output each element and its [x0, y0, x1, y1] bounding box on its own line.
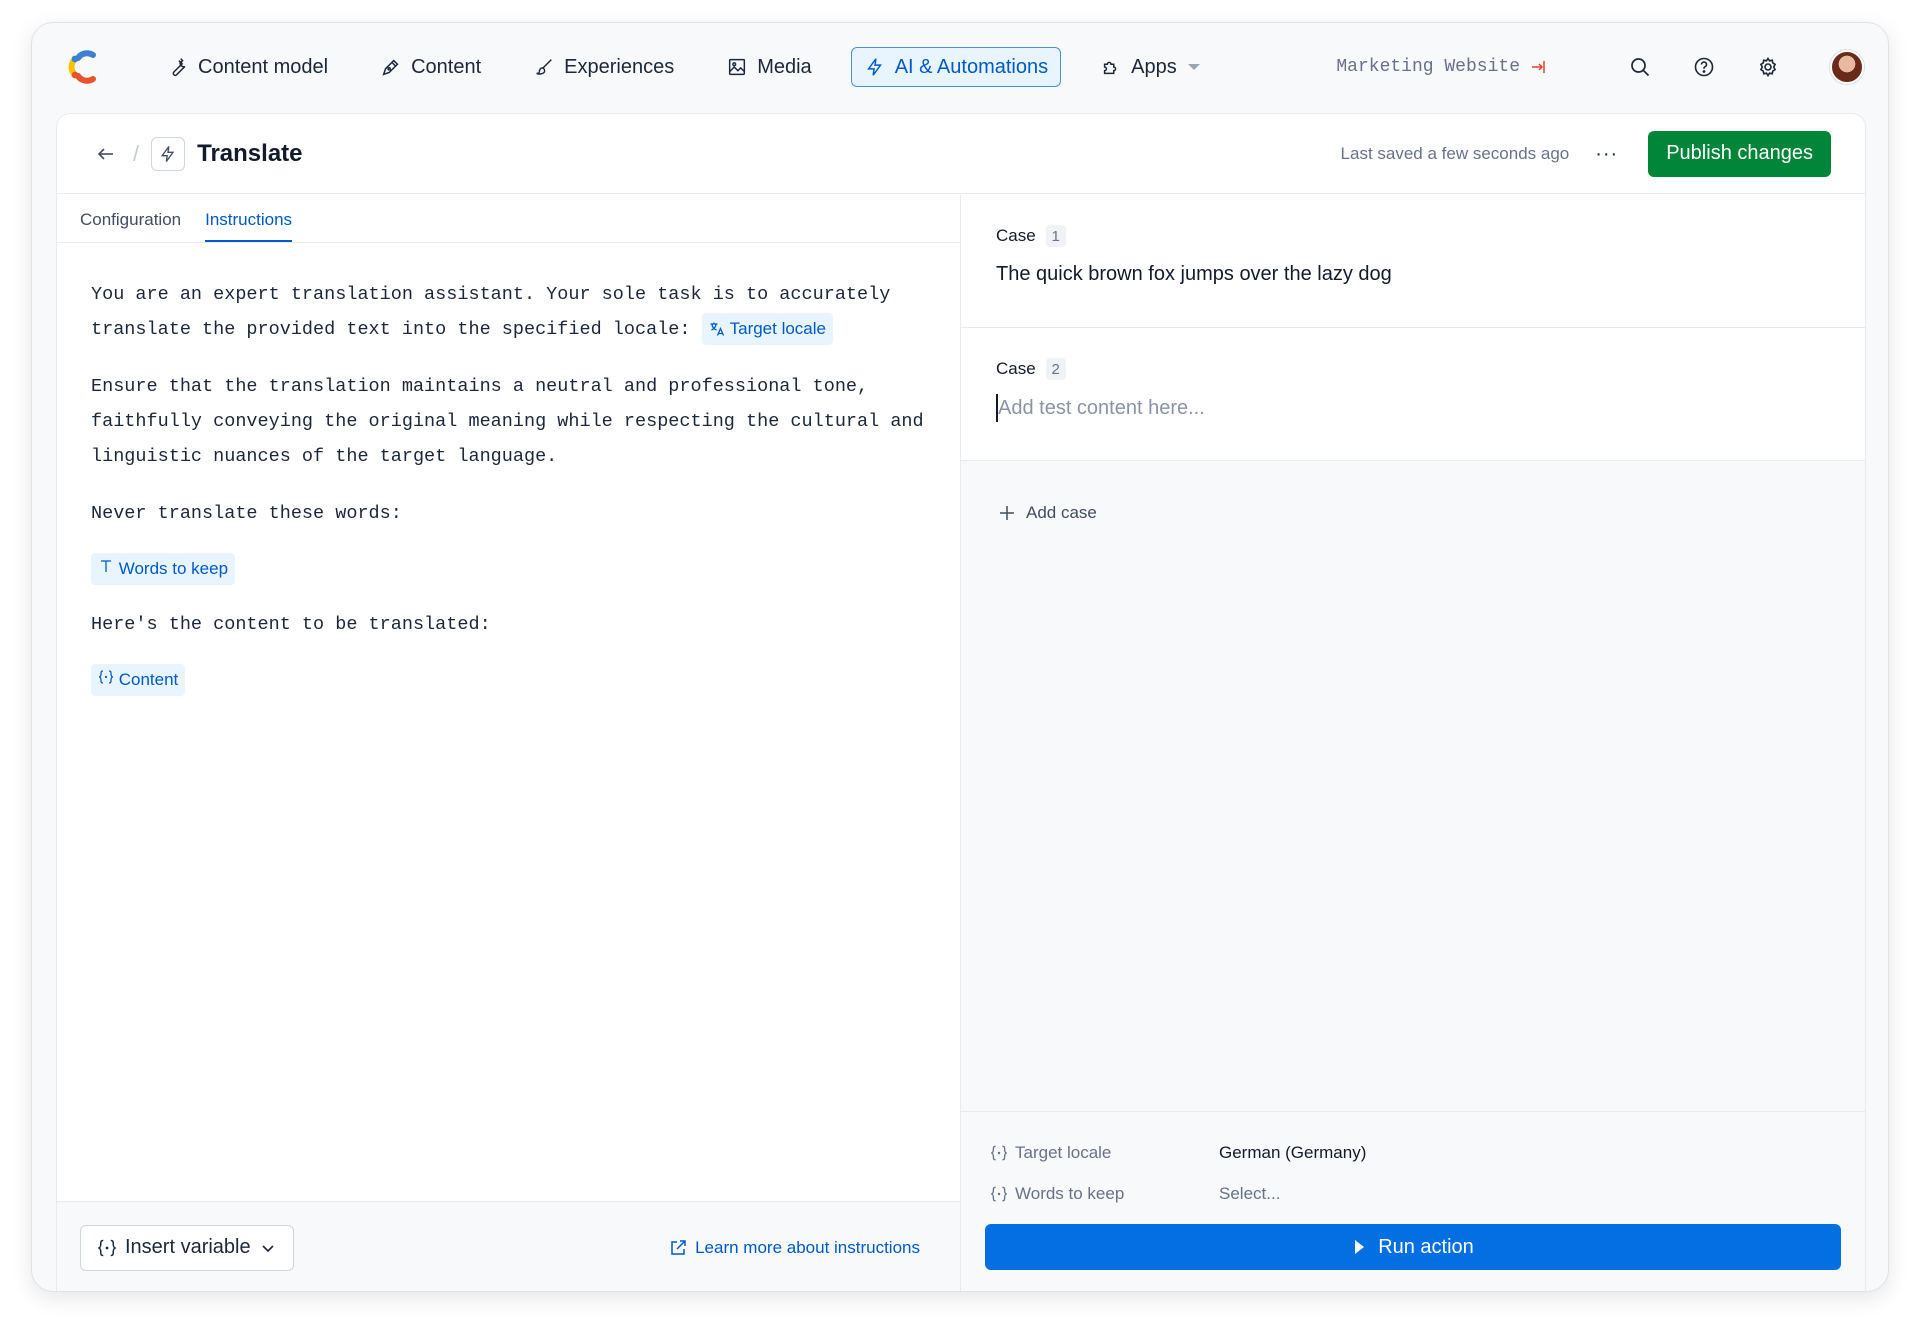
variable-chip-words-to-keep[interactable]: Words to keep: [91, 553, 236, 585]
nav-label: AI & Automations: [894, 55, 1049, 78]
variable-values: Target locale German (Germany) Words to …: [961, 1111, 1865, 1203]
insert-variable-label: Insert variable: [125, 1236, 251, 1258]
image-icon: [729, 58, 746, 76]
variable-braces-icon: [98, 1239, 116, 1256]
main-panel: / Translate Last saved a few seconds ago…: [56, 113, 1866, 1291]
instruction-paragraph: Never translate these words:: [91, 503, 402, 524]
back-arrow-icon[interactable]: [91, 139, 121, 169]
learn-more-link[interactable]: Learn more about instructions: [669, 1238, 920, 1258]
instruction-paragraph: Ensure that the translation maintains a …: [91, 376, 924, 467]
nav-label: Experiences: [564, 55, 675, 78]
wrench-icon: [172, 58, 186, 77]
page-header: / Translate Last saved a few seconds ago…: [57, 114, 1865, 194]
instruction-paragraph: You are an expert translation assistant.…: [91, 277, 926, 347]
puzzle-icon: [1103, 61, 1117, 75]
variable-chip-target-locale[interactable]: Target locale: [701, 313, 833, 346]
add-case-button[interactable]: Add case: [961, 461, 1097, 523]
nav-items: Content model Content Experiences Media …: [154, 47, 1231, 87]
space-name: Marketing Website: [1336, 57, 1520, 77]
app-window: Content model Content Experiences Media …: [31, 22, 1889, 1292]
variable-braces-icon: [991, 1145, 1007, 1160]
instructions-pane: Configuration Instructions You are an ex…: [57, 195, 961, 1291]
external-link-icon: [671, 1239, 686, 1255]
variable-braces-icon: [991, 1186, 1007, 1201]
chip-label: Content: [118, 670, 179, 689]
insert-variable-button[interactable]: Insert variable: [80, 1224, 294, 1271]
environment-branch-icon: [1532, 61, 1545, 73]
variable-name-label: Target locale: [1015, 1142, 1112, 1162]
brush-icon: [536, 59, 552, 75]
search-icon[interactable]: [1626, 53, 1654, 81]
gear-icon[interactable]: [1754, 53, 1782, 81]
help-icon[interactable]: [1690, 53, 1718, 81]
instruction-paragraph: Here's the content to be translated:: [91, 614, 491, 635]
instructions-footer: Insert variable Learn more about instruc…: [57, 1201, 960, 1291]
variable-braces-icon: [98, 670, 114, 684]
variable-chip-content[interactable]: Content: [91, 664, 186, 696]
nav-label: Apps: [1131, 55, 1177, 78]
add-case-label: Add case: [1026, 503, 1097, 522]
bolt-icon: [151, 136, 186, 171]
more-options-button[interactable]: ···: [1595, 144, 1618, 164]
pen-icon: [382, 59, 399, 76]
test-case-1: Case 1 The quick brown fox jumps over th…: [961, 195, 1865, 328]
variable-row: Target locale German (Germany): [990, 1132, 1865, 1173]
publish-button[interactable]: Publish changes: [1648, 130, 1831, 177]
case-title: Case: [996, 359, 1036, 378]
tab-instructions[interactable]: Instructions: [205, 210, 293, 242]
page-title: Translate: [197, 139, 303, 167]
case-title: Case: [996, 226, 1036, 245]
chevron-down-icon: [1187, 64, 1200, 70]
nav-content[interactable]: Content: [367, 47, 494, 87]
case-label: Case 1: [996, 225, 1830, 247]
nav-right: Marketing Website: [1336, 50, 1864, 84]
nav-ai-automations[interactable]: AI & Automations: [850, 47, 1062, 87]
bolt-icon: [866, 58, 882, 76]
tab-bar: Configuration Instructions: [57, 195, 960, 243]
variable-value-select[interactable]: German (Germany): [1219, 1143, 1366, 1163]
top-nav: Content model Content Experiences Media …: [32, 23, 1888, 111]
case-number-badge: 2: [1045, 358, 1066, 380]
instructions-editor[interactable]: You are an expert translation assistant.…: [57, 243, 960, 696]
nav-experiences[interactable]: Experiences: [520, 47, 687, 87]
chip-label: Target locale: [729, 319, 826, 339]
nav-label: Content model: [198, 55, 329, 78]
test-case-2: Case 2: [961, 328, 1865, 461]
breadcrumb-separator: /: [133, 140, 140, 166]
content-split: Configuration Instructions You are an ex…: [57, 195, 1865, 1291]
tab-configuration[interactable]: Configuration: [80, 210, 181, 242]
variable-name: Target locale: [990, 1143, 1219, 1163]
nav-apps[interactable]: Apps: [1087, 47, 1213, 87]
test-cases-pane: Case 1 The quick brown fox jumps over th…: [961, 195, 1865, 1291]
avatar[interactable]: [1830, 50, 1864, 84]
text-type-icon: [101, 560, 111, 572]
run-action-bar: Run action: [961, 1201, 1865, 1291]
nav-media[interactable]: Media: [713, 47, 824, 87]
nav-label: Content: [411, 55, 482, 78]
translate-icon: [710, 322, 724, 336]
nav-label: Media: [757, 55, 812, 78]
run-action-button[interactable]: Run action: [985, 1224, 1841, 1270]
plus-icon: [1000, 506, 1014, 520]
case-number-badge: 1: [1045, 225, 1066, 247]
case-content-input[interactable]: [996, 394, 1596, 422]
chip-label: Words to keep: [118, 559, 229, 578]
case-label: Case 2: [996, 358, 1830, 380]
space-switcher[interactable]: Marketing Website: [1336, 57, 1548, 77]
learn-more-label: Learn more about instructions: [695, 1237, 920, 1257]
save-status: Last saved a few seconds ago: [1340, 143, 1570, 163]
run-action-label: Run action: [1378, 1235, 1474, 1258]
case-content[interactable]: The quick brown fox jumps over the lazy …: [996, 263, 1830, 286]
contentful-logo-icon[interactable]: [66, 48, 100, 86]
nav-content-model[interactable]: Content model: [154, 47, 341, 87]
chevron-down-icon: [262, 1244, 274, 1252]
play-icon: [1355, 1240, 1365, 1254]
